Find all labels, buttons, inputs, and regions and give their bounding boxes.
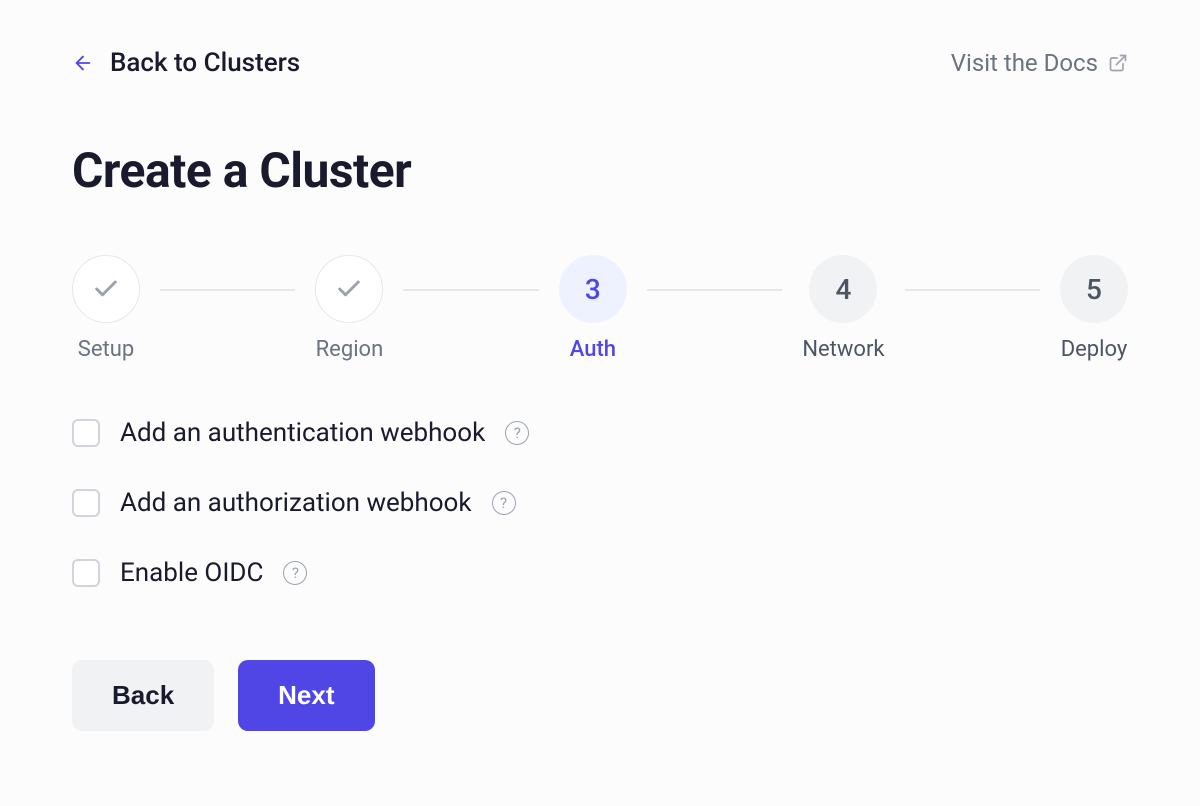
step-deploy[interactable]: 5 Deploy bbox=[1060, 255, 1128, 362]
step-circle-completed bbox=[315, 255, 383, 323]
step-circle-active: 3 bbox=[559, 255, 627, 323]
checkbox-label[interactable]: Enable OIDC bbox=[120, 558, 263, 588]
help-icon[interactable]: ? bbox=[505, 421, 529, 445]
step-circle-upcoming: 5 bbox=[1060, 255, 1128, 323]
button-row: Back Next bbox=[72, 660, 1128, 731]
option-enable-oidc: Enable OIDC ? bbox=[72, 558, 1128, 588]
help-icon[interactable]: ? bbox=[283, 561, 307, 585]
back-button[interactable]: Back bbox=[72, 660, 214, 731]
check-icon bbox=[335, 275, 363, 303]
page-title: Create a Cluster bbox=[72, 142, 1128, 199]
checkbox-label[interactable]: Add an authorization webhook bbox=[120, 488, 472, 518]
step-label: Setup bbox=[78, 337, 134, 362]
back-to-clusters-link[interactable]: Back to Clusters bbox=[72, 48, 300, 78]
option-authorization-webhook: Add an authorization webhook ? bbox=[72, 488, 1128, 518]
checkbox-authentication-webhook[interactable] bbox=[72, 419, 100, 447]
step-circle-upcoming: 4 bbox=[809, 255, 877, 323]
next-button[interactable]: Next bbox=[238, 660, 374, 731]
docs-link-label: Visit the Docs bbox=[951, 49, 1098, 77]
checkbox-authorization-webhook[interactable] bbox=[72, 489, 100, 517]
step-label: Region bbox=[316, 337, 384, 362]
arrow-left-icon bbox=[72, 52, 94, 74]
step-label: Auth bbox=[570, 337, 616, 362]
checkbox-label[interactable]: Add an authentication webhook bbox=[120, 418, 485, 448]
checkbox-enable-oidc[interactable] bbox=[72, 559, 100, 587]
step-label: Network bbox=[802, 337, 884, 362]
check-icon bbox=[92, 275, 120, 303]
visit-docs-link[interactable]: Visit the Docs bbox=[951, 49, 1128, 77]
stepper: Setup Region 3 Auth 4 Network 5 Deploy bbox=[72, 255, 1128, 362]
step-connector bbox=[403, 289, 538, 291]
back-link-label: Back to Clusters bbox=[110, 48, 300, 78]
step-setup[interactable]: Setup bbox=[72, 255, 140, 362]
step-region[interactable]: Region bbox=[315, 255, 383, 362]
header-row: Back to Clusters Visit the Docs bbox=[72, 48, 1128, 78]
option-authentication-webhook: Add an authentication webhook ? bbox=[72, 418, 1128, 448]
step-label: Deploy bbox=[1061, 337, 1128, 362]
step-circle-completed bbox=[72, 255, 140, 323]
step-connector bbox=[647, 289, 782, 291]
step-auth[interactable]: 3 Auth bbox=[559, 255, 627, 362]
step-connector bbox=[905, 289, 1040, 291]
help-icon[interactable]: ? bbox=[492, 491, 516, 515]
auth-options: Add an authentication webhook ? Add an a… bbox=[72, 418, 1128, 588]
step-network[interactable]: 4 Network bbox=[802, 255, 884, 362]
external-link-icon bbox=[1108, 53, 1128, 73]
step-connector bbox=[160, 289, 295, 291]
